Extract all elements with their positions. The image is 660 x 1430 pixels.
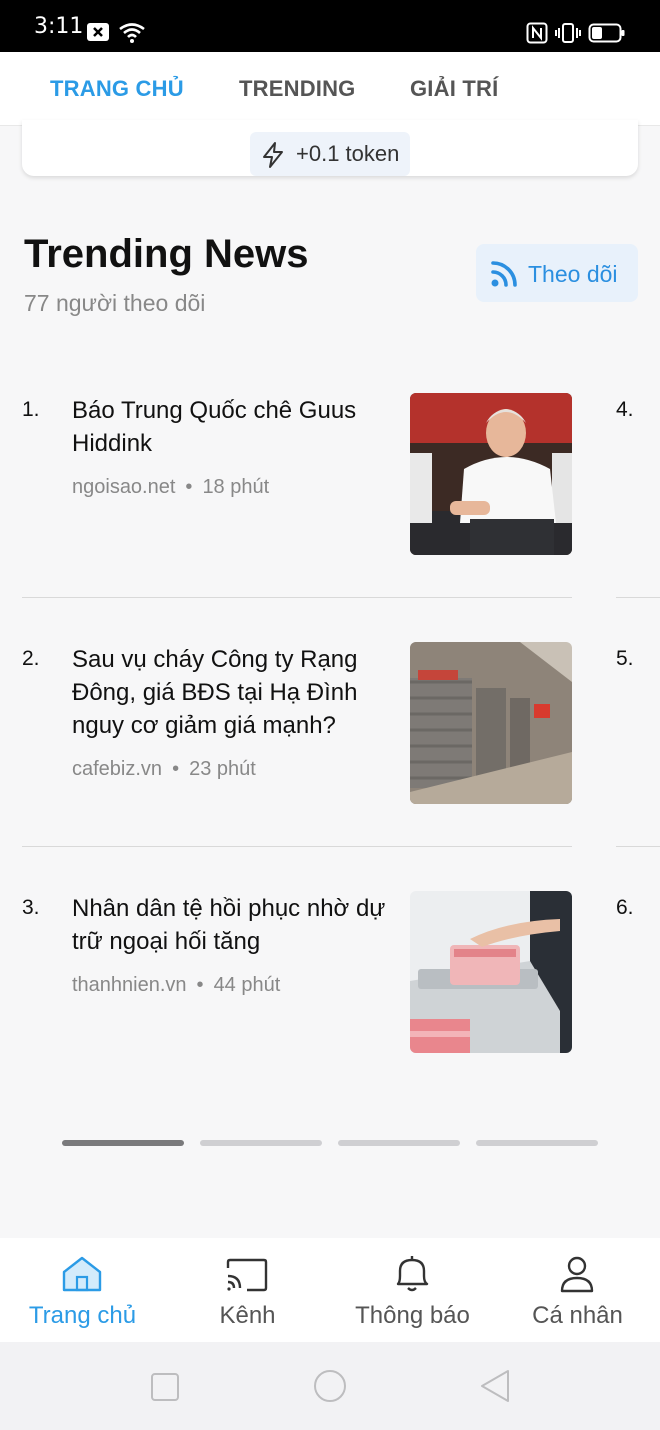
cast-icon [226,1258,268,1292]
meta-dot: • [185,476,193,498]
system-nav-bar [0,1342,660,1430]
item-number: 1. [22,398,40,421]
section-title: Trending News [24,232,309,276]
thumbnail-image [410,891,572,1053]
thumbnail-image [410,393,572,555]
nav-ca-nhan[interactable]: Cá nhân [495,1238,660,1342]
next-item-number: 6. [616,896,634,919]
nav-label: Cá nhân [532,1302,623,1329]
item-number: 2. [22,647,40,670]
tab-trang-chu[interactable]: TRANG CHỦ [50,76,184,102]
nav-trang-chu[interactable]: Trang chủ [0,1238,165,1342]
back-icon[interactable] [478,1368,512,1404]
item-meta: cafebiz.vn • 23 phút [72,758,256,781]
item-title[interactable]: Sau vụ cháy Công ty Rạng Đông, giá BĐS t… [72,643,392,742]
item-title[interactable]: Nhân dân tệ hồi phục nhờ dự trữ ngoại hố… [72,892,392,958]
tab-giai-tri[interactable]: GIẢI TRÍ [410,76,498,102]
item-time: 23 phút [189,758,256,780]
person-icon [560,1256,594,1293]
thumbnail-image [410,642,572,804]
token-label: +0.1 token [296,141,400,166]
follow-label: Theo dõi [528,261,618,287]
meta-dot: • [172,758,180,780]
bell-icon [396,1256,429,1292]
item-time: 44 phút [213,974,281,996]
item-title[interactable]: Báo Trung Quốc chê Guus Hiddink [72,394,392,460]
item-thumbnail[interactable] [410,891,572,1053]
nav-thong-bao[interactable]: Thông báo [330,1238,495,1342]
recents-icon[interactable] [150,1372,180,1402]
item-meta: ngoisao.net • 18 phút [72,476,269,499]
item-number: 3. [22,896,40,919]
vibrate-icon [555,23,581,43]
notification-icon [87,23,109,41]
item-thumbnail[interactable] [410,393,572,555]
top-tab-bar: TRANG CHỦ TRENDING GIẢI TRÍ [0,52,660,126]
pager-dot[interactable] [200,1140,322,1146]
followers-count: 77 người theo dõi [24,290,206,316]
nav-kenh[interactable]: Kênh [165,1238,330,1342]
divider [616,846,660,847]
nav-label: Kênh [219,1302,276,1329]
item-meta: thanhnien.vn • 44 phút [72,974,280,997]
status-time: 3:11 [34,14,84,39]
wifi-icon [119,23,145,43]
home-icon [62,1256,102,1292]
next-item-number: 4. [616,398,634,421]
item-source: thanhnien.vn [72,974,187,996]
item-source: ngoisao.net [72,476,176,498]
nav-label: Thông báo [355,1302,470,1329]
item-time: 18 phút [202,476,270,498]
meta-dot: • [196,974,204,996]
divider [22,597,572,598]
nav-label: Trang chủ [28,1302,137,1329]
next-item-number: 5. [616,647,634,670]
home-circle-icon[interactable] [312,1368,348,1404]
lightning-icon [263,142,283,168]
item-thumbnail[interactable] [410,642,572,804]
status-bar: 3:11 [0,0,660,52]
follow-button[interactable]: Theo dõi [476,244,638,302]
battery-icon [588,23,625,43]
divider [616,597,660,598]
token-chip[interactable]: +0.1 token [250,132,410,176]
bottom-nav: Trang chủ Kênh Thông báo Cá nhân [0,1238,660,1342]
tab-trending[interactable]: TRENDING [239,76,356,102]
rss-icon [491,261,517,287]
nfc-icon [526,22,548,44]
pager-dot[interactable] [62,1140,184,1146]
item-source: cafebiz.vn [72,758,163,780]
pager-dot[interactable] [476,1140,598,1146]
divider [22,846,572,847]
pager-dot[interactable] [338,1140,460,1146]
